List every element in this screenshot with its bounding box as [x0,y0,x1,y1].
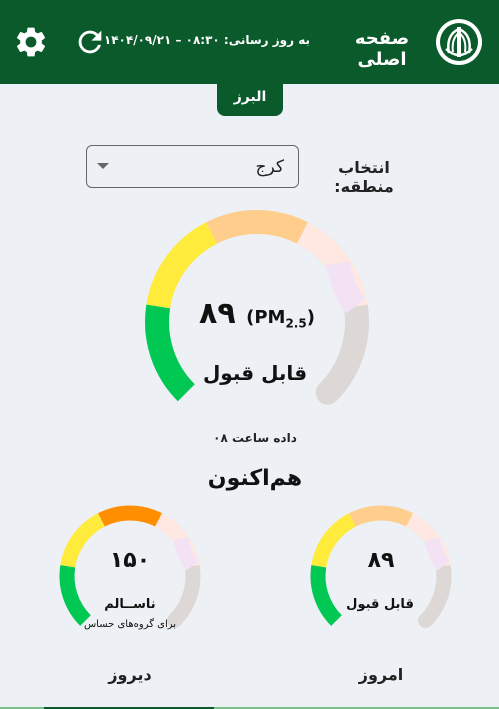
today-status: قابل قبول [346,597,414,612]
today-gauge-band-good [310,564,342,626]
today-label: امروز [358,665,404,684]
today-value: ۸۹ [367,548,395,573]
today-gauge-band-sensitive [348,505,414,527]
